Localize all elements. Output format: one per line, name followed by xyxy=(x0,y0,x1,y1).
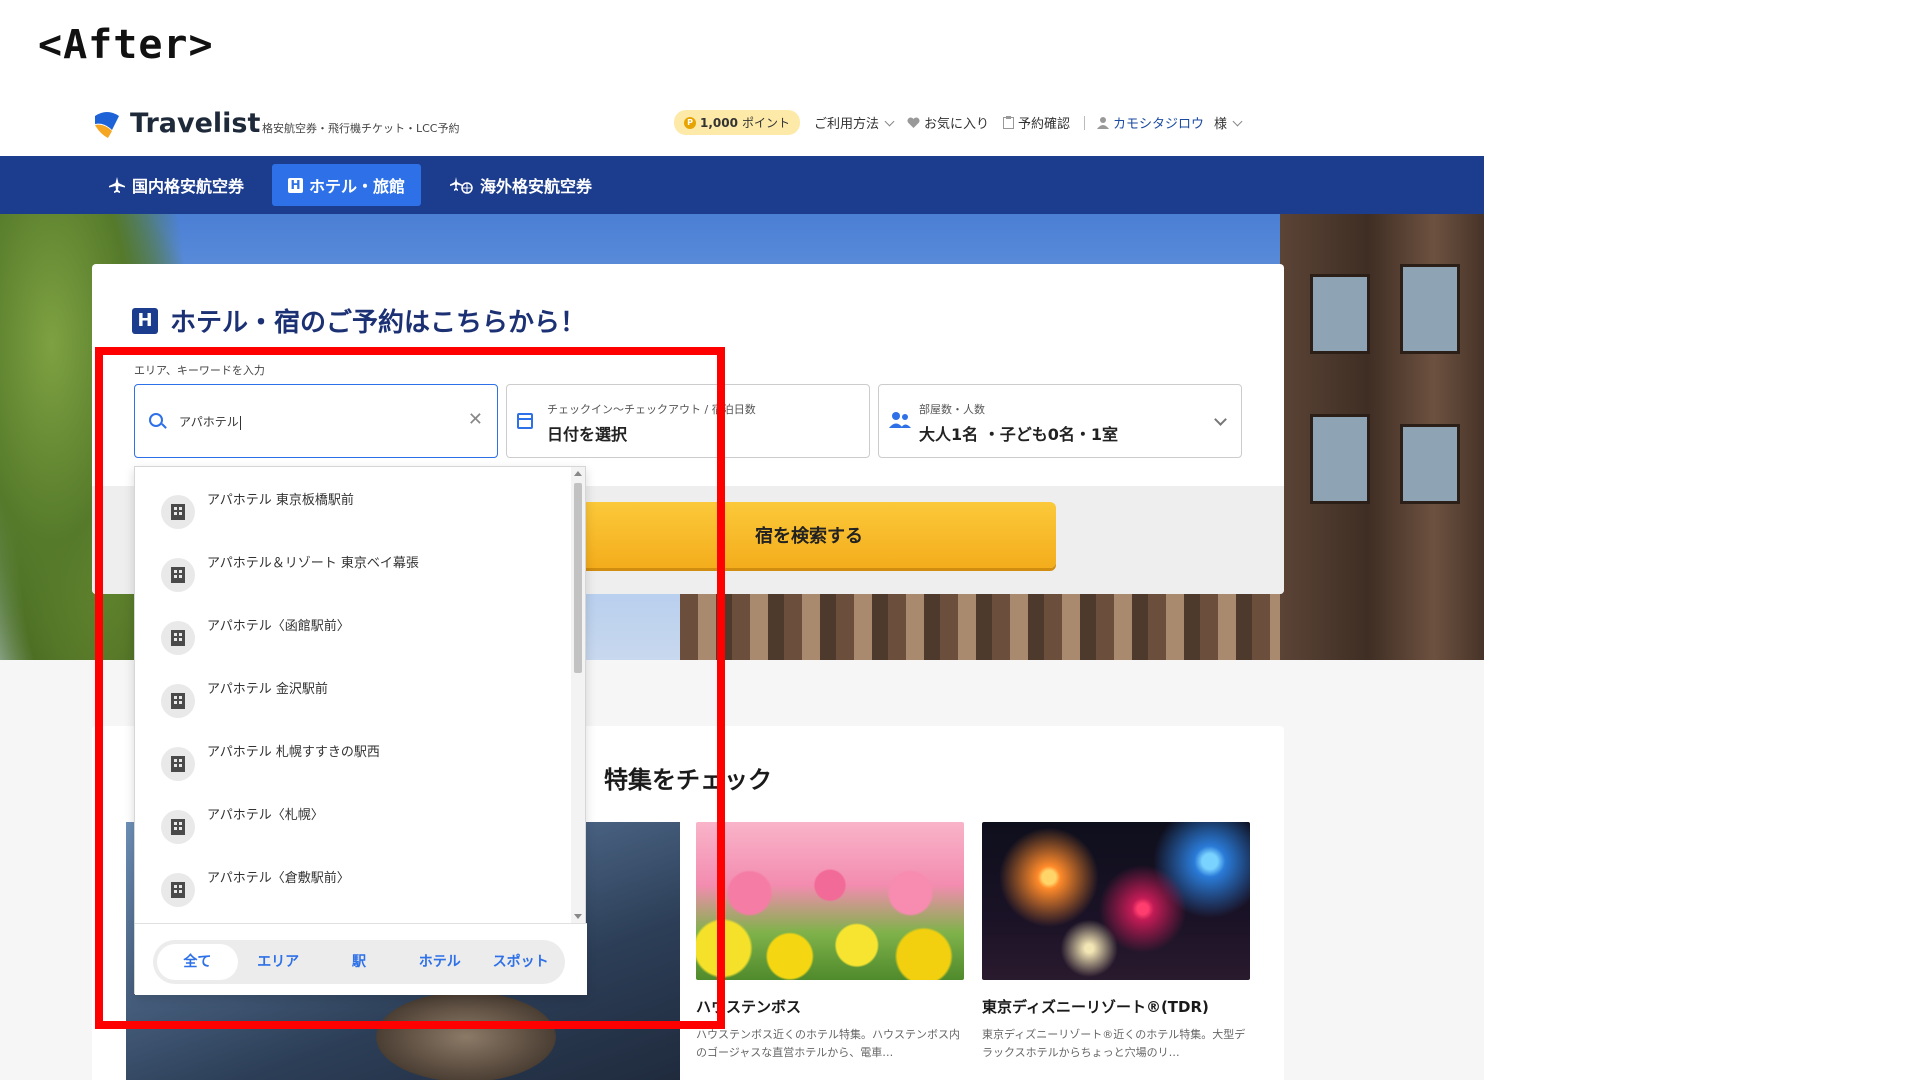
header-utility-links: P 1,000 ポイント ご利用方法 お気に入り 予約確認 カモシタジロウ 様 xyxy=(674,110,1255,135)
points-unit: ポイント xyxy=(741,116,790,130)
people-icon xyxy=(889,412,911,428)
hotel-h-icon: H xyxy=(132,307,158,334)
points-badge[interactable]: P 1,000 ポイント xyxy=(674,110,800,135)
nav-tab-label: ホテル・旅館 xyxy=(309,177,406,196)
nav-tab-label: 国内格安航空券 xyxy=(132,177,245,196)
site-header: Travelist 格安航空券・飛行機チケット・LCC予約 P 1,000 ポイ… xyxy=(0,96,1484,156)
main-nav: 国内格安航空券 H ホテル・旅館 海外格安航空券 xyxy=(0,156,1484,214)
feature-card-desc: ハウステンボス近くのホテル特集。ハウステンボス内のゴージャスな直営ホテルから、電… xyxy=(696,1028,960,1059)
hotel-h-icon: H xyxy=(288,177,303,193)
nav-tab-label: 海外格安航空券 xyxy=(480,177,593,196)
feature-card-image-huis-ten-bosch[interactable] xyxy=(696,822,964,980)
how-to-use-label: ご利用方法 xyxy=(813,117,879,132)
hero-building-image xyxy=(1280,214,1484,660)
building-window xyxy=(1400,424,1460,504)
hero-deck-image xyxy=(680,594,1290,660)
building-window xyxy=(1310,414,1370,504)
header-divider xyxy=(1084,115,1086,130)
user-menu[interactable]: カモシタジロウ 様 xyxy=(1097,113,1243,132)
logo-text[interactable]: Travelist xyxy=(130,108,260,139)
rooms-field-value: 大人1名 ・子ども0名・1室 xyxy=(919,425,1118,444)
favorites-link[interactable]: お気に入り xyxy=(907,113,989,132)
highlight-annotation-box xyxy=(95,347,725,1029)
coin-icon: P xyxy=(684,116,696,129)
user-suffix: 様 xyxy=(1214,117,1228,132)
plane-globe-icon xyxy=(450,177,473,194)
screenshot-stage: <After> Travelist 格安航空券・飛行機チケット・LCC予約 P … xyxy=(0,0,1920,1080)
plane-icon xyxy=(109,177,125,193)
heart-icon xyxy=(907,116,920,128)
booking-check-label: 予約確認 xyxy=(1018,117,1071,132)
clipboard-icon xyxy=(1003,116,1015,129)
building-window xyxy=(1400,264,1460,354)
user-icon xyxy=(1097,117,1110,129)
nav-tab-international-flights[interactable]: 海外格安航空券 xyxy=(432,164,608,206)
nav-tab-domestic-flights[interactable]: 国内格安航空券 xyxy=(92,164,260,206)
rooms-guests-field[interactable]: 部屋数・人数 大人1名 ・子ども0名・1室 xyxy=(878,384,1242,458)
search-card-title: H ホテル・宿のご予約はこちらから！ xyxy=(132,302,586,339)
favorites-label: お気に入り xyxy=(924,117,990,132)
building-window xyxy=(1310,274,1370,354)
user-name: カモシタジロウ xyxy=(1113,117,1205,132)
tagline: 格安航空券・飛行機チケット・LCC予約 xyxy=(262,122,460,135)
chevron-down-icon xyxy=(1214,413,1227,426)
rooms-field-label: 部屋数・人数 xyxy=(919,403,985,416)
search-title-text: ホテル・宿のご予約はこちらから！ xyxy=(170,308,587,338)
travelist-logo-icon[interactable] xyxy=(92,110,122,140)
feature-card-desc: 東京ディズニーリゾート®近くのホテル特集。大型デラックスホテルからちょっと穴場の… xyxy=(982,1028,1246,1059)
points-value: 1,000 xyxy=(700,115,738,130)
feature-card-title[interactable]: 東京ディズニーリゾート®(TDR) xyxy=(982,996,1209,1017)
nav-tab-hotels[interactable]: H ホテル・旅館 xyxy=(272,164,422,206)
after-caption: <After> xyxy=(38,22,214,68)
booking-check-link[interactable]: 予約確認 xyxy=(1003,113,1070,132)
chevron-down-icon xyxy=(884,116,895,126)
chevron-down-icon xyxy=(1232,116,1243,126)
how-to-use-link[interactable]: ご利用方法 xyxy=(813,113,895,132)
feature-card-image-tdr[interactable] xyxy=(982,822,1250,980)
